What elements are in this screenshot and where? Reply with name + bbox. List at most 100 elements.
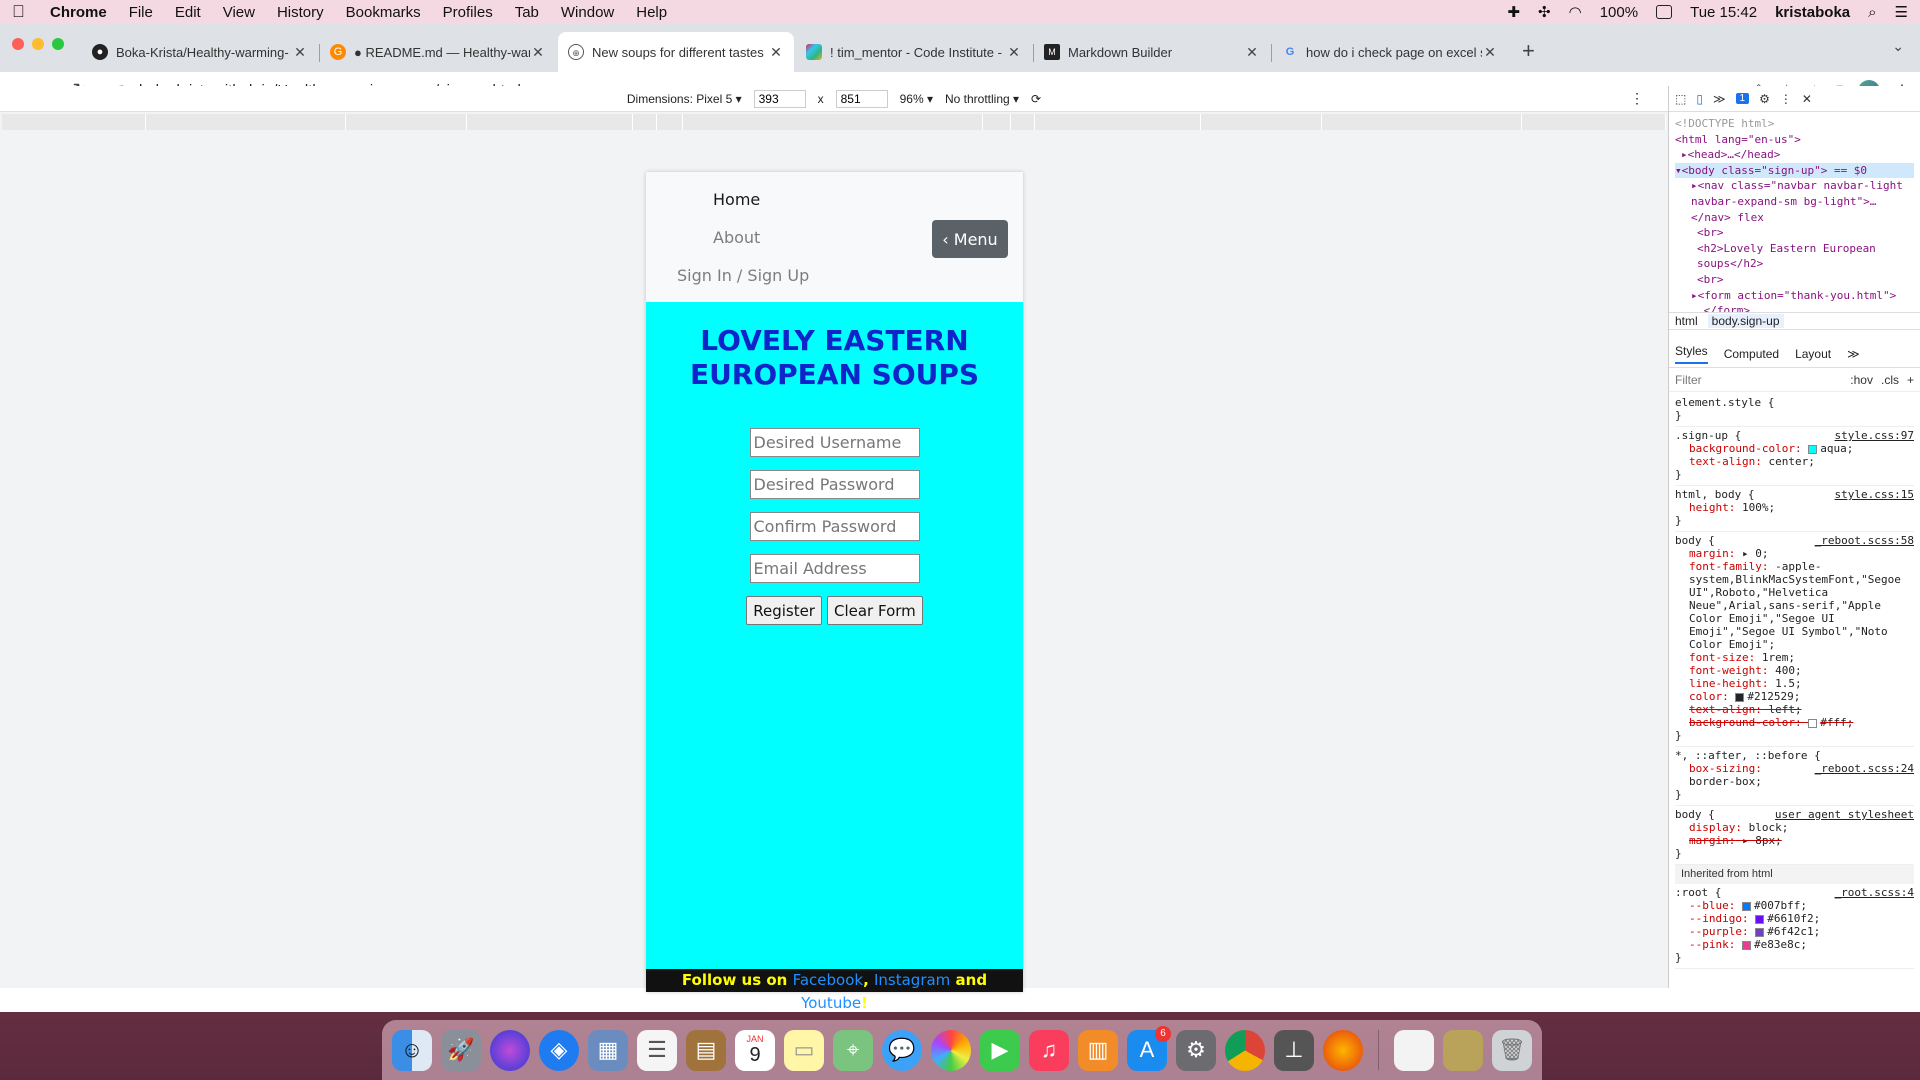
menu-file[interactable]: File — [129, 4, 153, 21]
property-value[interactable]: 400; — [1775, 664, 1802, 677]
instagram-link[interactable]: Instagram — [874, 971, 950, 989]
clear-form-button[interactable]: Clear Form — [826, 596, 923, 625]
tab-google[interactable]: G how do i check page on excel s ✕ — [1272, 32, 1508, 72]
tab-soups-active[interactable]: ⊕ New soups for different tastes ✕ — [558, 32, 794, 72]
tab-gitpod[interactable]: G ● README.md — Healthy-war ✕ — [320, 32, 556, 72]
menu-app-chrome[interactable]: Chrome — [50, 4, 107, 21]
new-tab-button[interactable]: + — [1510, 38, 1547, 72]
property-name[interactable]: --blue: — [1689, 899, 1735, 912]
color-swatch[interactable] — [1808, 718, 1818, 728]
menu-window[interactable]: Window — [561, 4, 614, 21]
property-name[interactable]: color: — [1689, 690, 1729, 703]
zoom-select[interactable]: 96% ▾ — [900, 92, 933, 106]
property-name[interactable]: text-align: — [1689, 703, 1762, 716]
style-declaration[interactable]: --indigo: #6610f2; — [1675, 912, 1914, 925]
color-swatch[interactable] — [1741, 901, 1751, 911]
battery-percent[interactable]: 100% — [1600, 4, 1638, 21]
style-declaration[interactable]: font-size: 1rem; — [1675, 651, 1914, 664]
property-value[interactable]: #fff; — [1820, 716, 1853, 729]
style-declaration[interactable]: font-weight: 400; — [1675, 664, 1914, 677]
control-center-icon[interactable]: ✣ — [1538, 3, 1551, 21]
property-name[interactable]: background-color: — [1689, 442, 1802, 455]
notes-brown-icon[interactable]: ▤ — [686, 1029, 727, 1071]
property-value[interactable]: #212529; — [1747, 690, 1800, 703]
wifi-icon[interactable]: ◠ — [1569, 3, 1582, 21]
battery-icon[interactable] — [1656, 5, 1673, 19]
style-declaration[interactable]: text-align: center; — [1675, 455, 1914, 468]
terminal-icon[interactable]: ⊥ — [1274, 1029, 1315, 1071]
style-declaration[interactable]: height: 100%; — [1675, 501, 1914, 514]
nav-about-link[interactable]: About — [713, 228, 760, 247]
rotate-icon[interactable]: ⟳ — [1031, 92, 1041, 106]
close-tab-icon[interactable]: ✕ — [1482, 44, 1498, 61]
device-width-input[interactable] — [753, 89, 806, 108]
menu-edit[interactable]: Edit — [175, 4, 201, 21]
rule-source-link[interactable]: user agent stylesheet — [1775, 808, 1914, 821]
device-toggle-icon[interactable]: ▯ — [1696, 92, 1703, 106]
register-button[interactable]: Register — [746, 596, 822, 625]
style-declaration[interactable]: margin: ▸ 0; — [1675, 547, 1914, 560]
dom-node[interactable]: ▸<nav class="navbar navbar-light navbar-… — [1675, 178, 1914, 225]
property-value[interactable]: #6610f2; — [1767, 912, 1820, 925]
property-name[interactable]: --indigo: — [1689, 912, 1749, 925]
files-icon[interactable] — [1393, 1029, 1434, 1071]
style-declaration[interactable]: background-color: #fff; — [1675, 716, 1914, 729]
dom-node[interactable]: …</form> — [1675, 303, 1914, 312]
close-tab-icon[interactable]: ✕ — [1006, 44, 1022, 61]
style-declaration[interactable]: background-color: aqua; — [1675, 442, 1914, 455]
style-declaration[interactable]: font-family: -apple-system,BlinkMacSyste… — [1675, 560, 1914, 651]
property-name[interactable]: --pink: — [1689, 938, 1735, 951]
close-tab-icon[interactable]: ✕ — [292, 44, 308, 61]
style-declaration[interactable]: color: #212529; — [1675, 690, 1914, 703]
tab-styles[interactable]: Styles — [1675, 344, 1708, 364]
image-icon[interactable] — [1442, 1029, 1483, 1071]
tab-search-icon[interactable]: ⌄ — [1892, 38, 1904, 55]
dom-node[interactable]: <br> — [1675, 225, 1914, 241]
color-swatch[interactable] — [1755, 927, 1765, 937]
property-name[interactable]: height: — [1689, 501, 1735, 514]
menu-tab[interactable]: Tab — [515, 4, 539, 21]
settings-icon[interactable]: ⚙ — [1176, 1029, 1217, 1071]
throttle-select[interactable]: No throttling ▾ — [945, 92, 1019, 106]
close-tab-icon[interactable]: ✕ — [530, 44, 546, 61]
facebook-link[interactable]: Facebook — [793, 971, 863, 989]
confirm-password-input[interactable] — [749, 512, 920, 541]
rule-source-link[interactable]: _reboot.scss:58 — [1815, 534, 1914, 547]
preview-icon[interactable]: ▦ — [588, 1029, 629, 1071]
dom-node[interactable]: <br> — [1675, 272, 1914, 288]
apple-icon[interactable]:  — [12, 3, 28, 21]
safari-icon[interactable]: ◈ — [539, 1029, 580, 1071]
property-value[interactable]: border-box; — [1689, 775, 1762, 788]
style-rule[interactable]: *, ::after, ::before {_reboot.scss:24 box… — [1675, 747, 1914, 806]
tab-github[interactable]: ● Boka-Krista/Healthy-warming- ✕ — [82, 32, 320, 72]
tab-computed[interactable]: Computed — [1724, 347, 1779, 361]
property-name[interactable]: display: — [1689, 821, 1742, 834]
crumb-html[interactable]: html — [1675, 314, 1698, 328]
bluetooth-icon[interactable]: ✚ — [1507, 3, 1520, 21]
menu-toggle-button[interactable]: ‹ Menu — [932, 220, 1008, 258]
cls-toggle[interactable]: .cls — [1881, 373, 1899, 387]
chrome-icon[interactable] — [1225, 1029, 1266, 1071]
close-tab-icon[interactable]: ✕ — [768, 44, 784, 61]
username-input[interactable] — [749, 428, 920, 457]
photos-icon[interactable] — [931, 1029, 972, 1071]
menu-view[interactable]: View — [223, 4, 255, 21]
property-value[interactable]: left; — [1768, 703, 1801, 716]
property-value[interactable]: ▸ 0; — [1742, 547, 1769, 560]
rule-source-link[interactable]: style.css:97 — [1835, 429, 1914, 442]
tab-markdown[interactable]: M Markdown Builder ✕ — [1034, 32, 1272, 72]
close-tab-icon[interactable]: ✕ — [1244, 44, 1260, 61]
launchpad-icon[interactable]: 🚀 — [441, 1029, 482, 1071]
music-icon[interactable]: ♫ — [1029, 1029, 1070, 1071]
style-declaration[interactable]: display: block; — [1675, 821, 1914, 834]
notification-center-icon[interactable]: ☰ — [1895, 3, 1908, 21]
property-name[interactable]: margin: — [1689, 547, 1735, 560]
rule-selector[interactable]: :root { — [1675, 886, 1721, 899]
issues-badge[interactable]: 1 — [1735, 93, 1750, 104]
style-declaration[interactable]: line-height: 1.5; — [1675, 677, 1914, 690]
messages-icon[interactable]: 💬 — [882, 1029, 923, 1071]
appstore-icon[interactable]: A6 — [1127, 1025, 1172, 1071]
email-input[interactable] — [749, 554, 920, 583]
dom-node-selected[interactable]: ▾<body class="sign-up"> == $0 — [1675, 162, 1914, 179]
property-name[interactable]: --purple: — [1689, 925, 1749, 938]
